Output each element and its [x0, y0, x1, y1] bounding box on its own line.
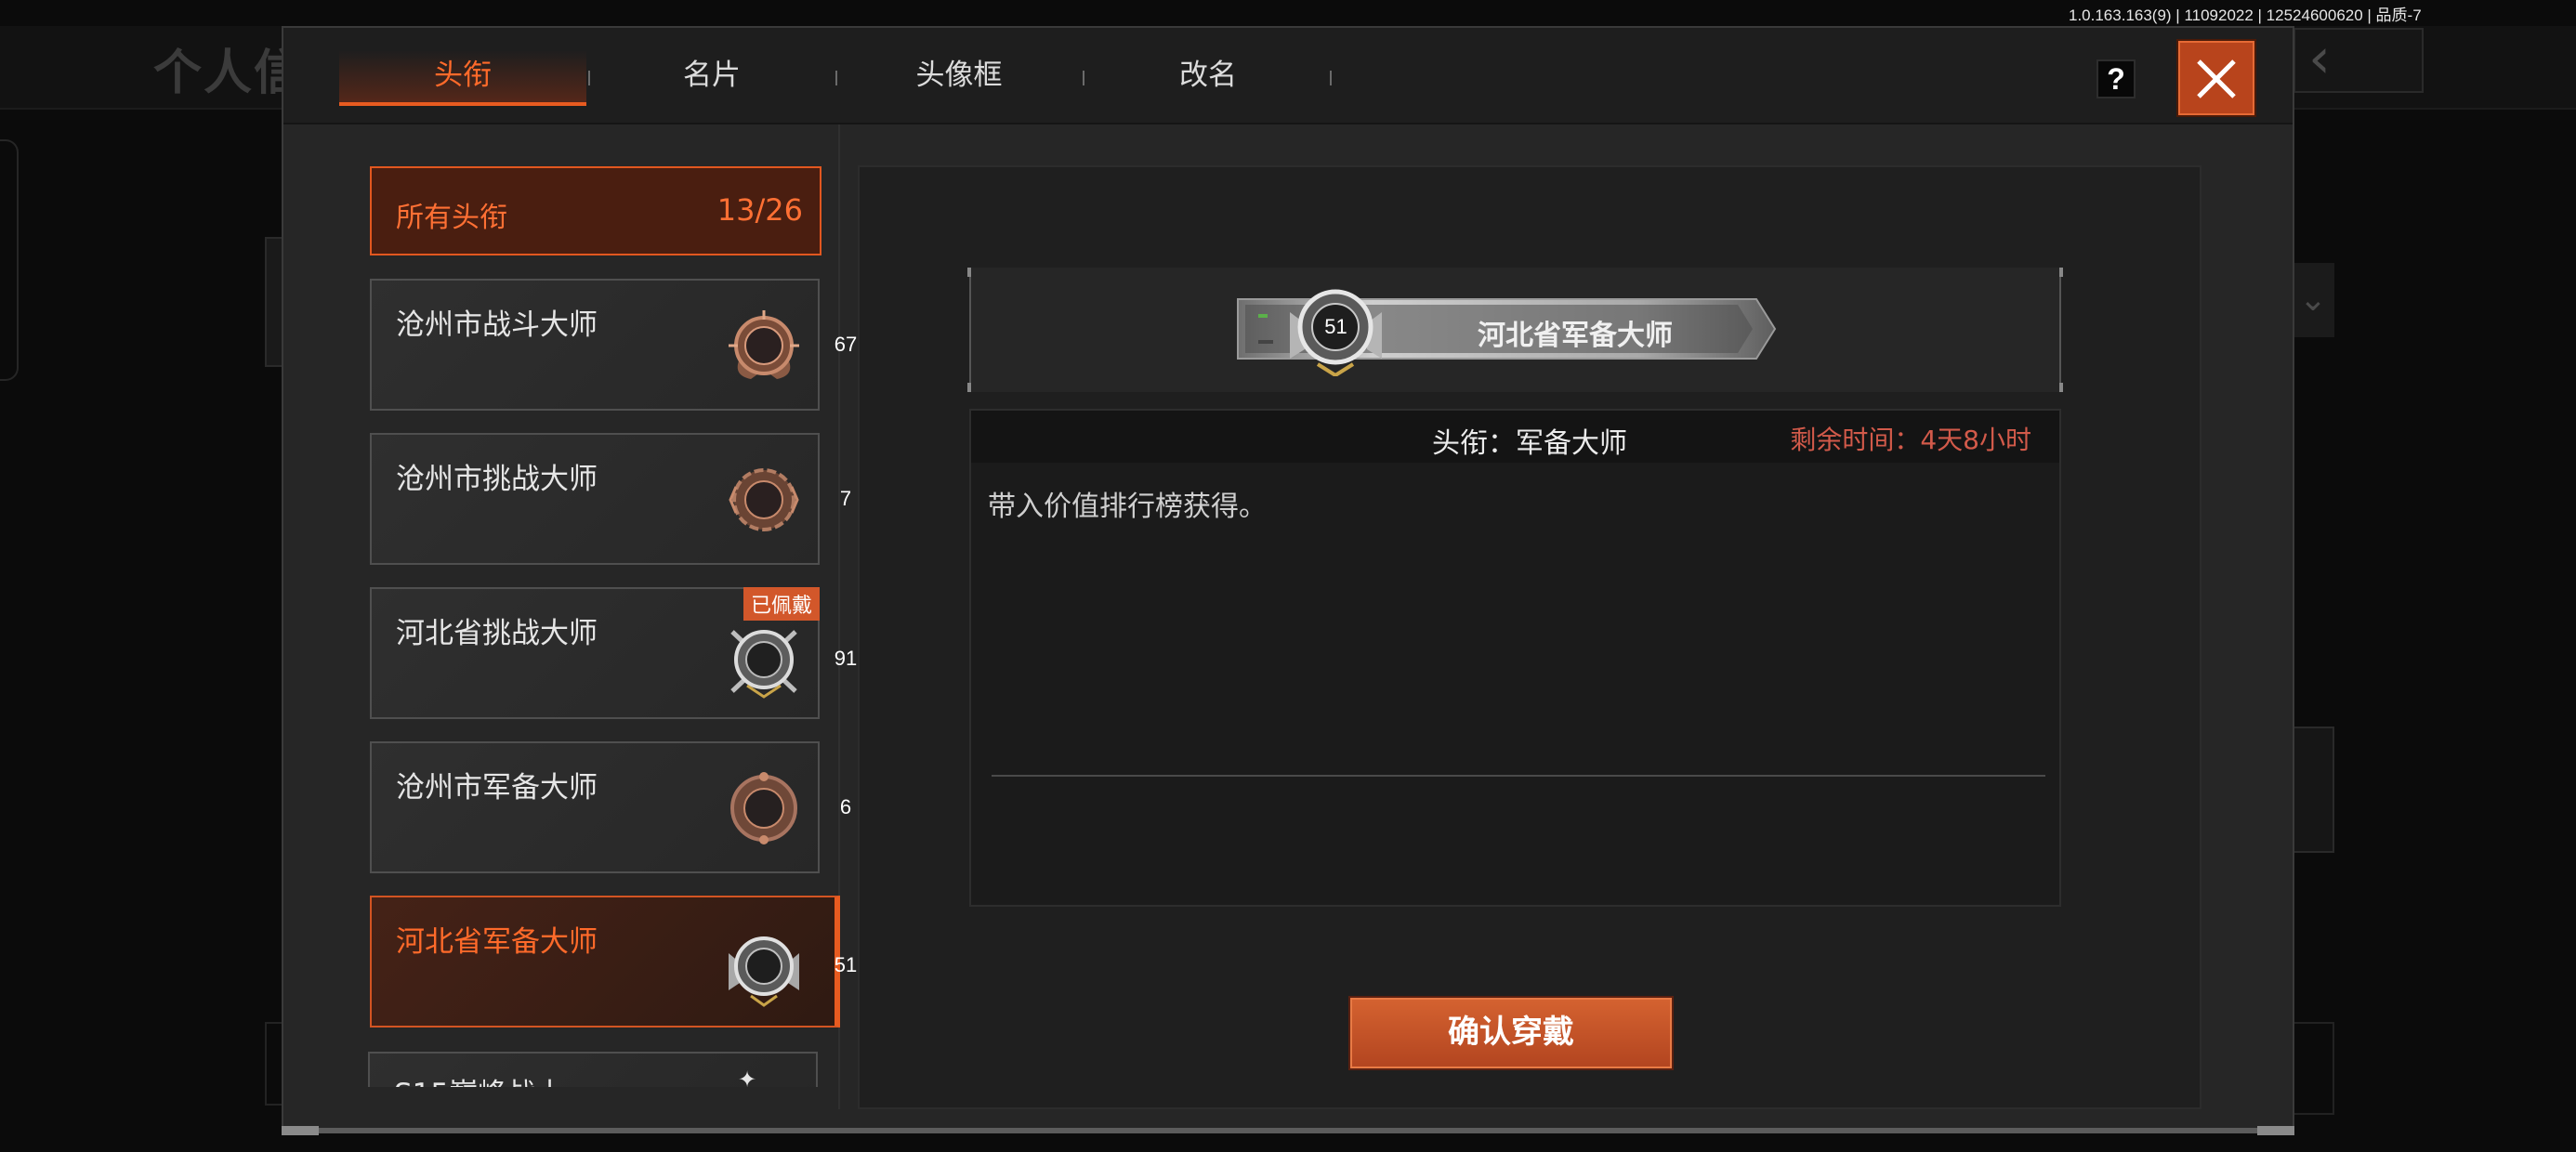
banner-level: 51 — [1324, 315, 1347, 338]
title-list-item[interactable]: S15巅峰战士 ✦ — [368, 1052, 818, 1087]
title-name: S15巅峰战士 — [394, 1070, 564, 1087]
title-list-item-selected[interactable]: 河北省军备大师 51 — [370, 896, 857, 1028]
background-item — [2292, 1022, 2334, 1115]
confirm-wear-button[interactable]: 确认穿戴 — [1350, 998, 1672, 1068]
tab-avatar-frame[interactable]: 头像框 — [835, 50, 1083, 106]
background-item — [2292, 727, 2334, 853]
help-button[interactable]: ? — [2096, 59, 2136, 98]
close-button[interactable] — [2178, 41, 2254, 115]
background-side-tab — [0, 139, 19, 381]
bronze-medal-icon: 7 — [723, 459, 851, 541]
wing-icon: ✦ — [738, 1067, 757, 1087]
remaining-time: 剩余时间：4天8小时 — [1790, 425, 2031, 455]
tab-rename[interactable]: 改名 — [1084, 50, 1332, 106]
title-list-item[interactable]: 沧州市挑战大师 7 — [370, 433, 851, 565]
frame-corner — [2059, 268, 2063, 277]
silver-medal-icon: 91 — [723, 619, 857, 700]
title-name: 河北省挑战大师 — [396, 617, 598, 650]
close-icon — [2197, 59, 2236, 98]
title-name: 沧州市战斗大师 — [396, 308, 598, 342]
title-list-item[interactable]: 沧州市军备大师 6 — [370, 741, 851, 873]
all-titles-filter[interactable]: 所有头衔 13/26 — [370, 166, 821, 255]
worn-tag: 已佩戴 — [743, 587, 820, 621]
title-list-item[interactable]: 沧州市战斗大师 67 — [370, 279, 857, 411]
tab-divider — [1330, 71, 1332, 85]
title-name: 河北省军备大师 — [396, 925, 598, 959]
bronze-medal-icon: 6 — [723, 767, 851, 849]
chevron-left-icon: ‹ — [2308, 26, 2331, 91]
divider — [992, 775, 2045, 777]
silver-medal-icon: 51 — [723, 925, 857, 1007]
all-titles-label: 所有头衔 — [396, 202, 507, 234]
back-button: ‹ — [2293, 28, 2424, 93]
title-name: 沧州市挑战大师 — [396, 463, 598, 496]
titles-count: 13/26 — [716, 192, 803, 228]
frame-corner — [2059, 383, 2063, 392]
frame-corner — [967, 383, 971, 392]
bronze-medal-icon: 67 — [723, 305, 857, 386]
tab-bar: 头衔 名片 头像框 改名 ? — [283, 28, 2293, 124]
title-category: 头衔：军备大师 — [1432, 427, 1627, 460]
title-name: 沧州市军备大师 — [396, 771, 598, 805]
modal-bottom-edge — [282, 1126, 2294, 1135]
title-info-box: 头衔：军备大师 剩余时间：4天8小时 带入价值排行榜获得。 — [969, 409, 2061, 907]
chevron-down-icon: ⌄ — [2292, 263, 2334, 337]
info-header: 头衔：军备大师 剩余时间：4天8小时 — [971, 411, 2059, 463]
title-description: 带入价值排行榜获得。 — [988, 491, 1267, 523]
banner-title: 河北省军备大师 — [1478, 320, 1673, 352]
frame-corner — [967, 268, 971, 277]
title-list-item[interactable]: 河北省挑战大师 已佩戴 91 — [370, 587, 857, 719]
tab-card[interactable]: 名片 — [588, 50, 835, 106]
tab-title[interactable]: 头衔 — [339, 50, 586, 106]
list-overflow-area: S15巅峰战士 ✦ — [282, 1050, 839, 1087]
version-info: 1.0.163.163(9) | 11092022 | 12524600620 … — [2069, 7, 2422, 24]
